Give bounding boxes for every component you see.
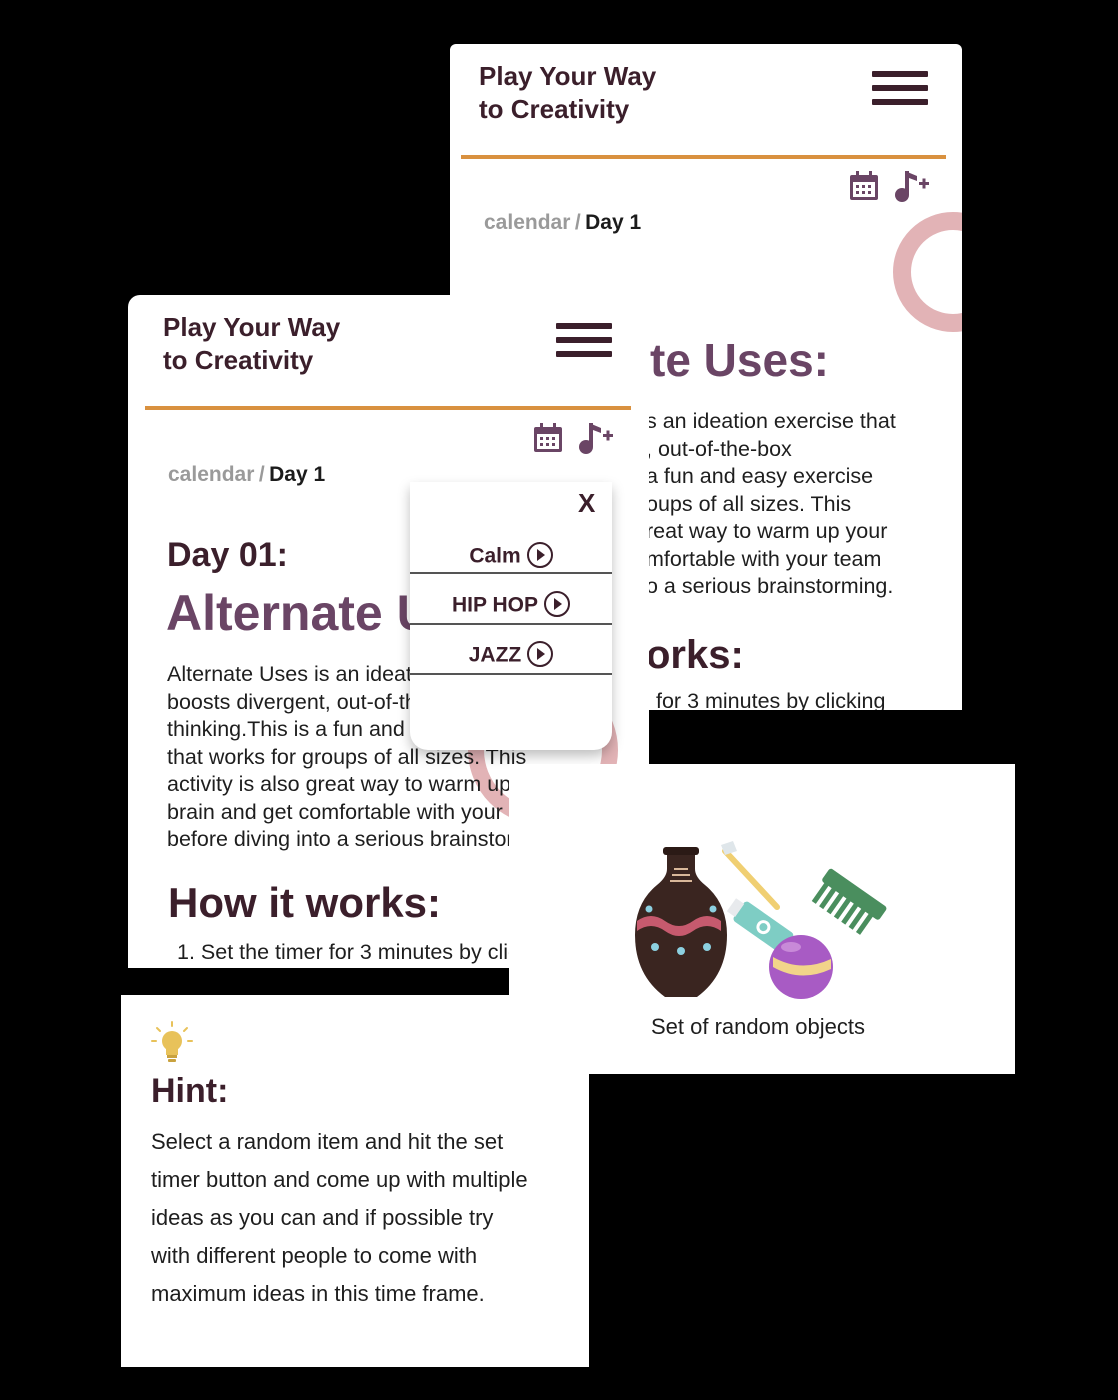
genre-option-jazz[interactable]: JAZZ (410, 641, 612, 675)
play-circle-icon[interactable] (526, 542, 553, 568)
calendar-icon[interactable] (848, 170, 880, 202)
music-genre-popup: X Calm HIP HOP JAZZ (410, 482, 612, 750)
hint-body: Select a random item and hit the set tim… (151, 1129, 528, 1306)
hint-card: Hint: Select a random item and hit the s… (121, 995, 589, 1367)
play-circle-icon[interactable] (543, 591, 570, 617)
hamburger-menu-icon[interactable] (872, 71, 928, 113)
genre-option-hip-hop[interactable]: HIP HOP (410, 591, 612, 625)
header-divider (145, 406, 631, 410)
exercise-title-partial: te Uses: (650, 334, 829, 386)
lightbulb-icon (151, 1021, 193, 1062)
how-heading-partial: orks: (646, 633, 744, 677)
close-popup-button[interactable]: X (578, 488, 595, 519)
description-partial: s an ideation exercise that , out-of-the… (646, 409, 896, 598)
breadcrumb-separator: / (258, 463, 265, 486)
hamburger-menu-icon[interactable] (556, 323, 612, 365)
random-objects-illustration (635, 841, 887, 999)
music-add-icon[interactable] (891, 168, 931, 202)
breadcrumb-separator: / (574, 211, 581, 234)
app-title: Play Your Way to Creativity (163, 312, 341, 375)
genre-option-calm[interactable]: Calm (410, 542, 612, 574)
hint-title: Hint: (151, 1072, 229, 1110)
step-1: 1. Set the timer for 3 minutes by clicki… (177, 940, 559, 964)
day-label: Day 01: (167, 536, 288, 574)
step-partial: for 3 minutes by clicking (656, 689, 886, 710)
breadcrumb-calendar-link[interactable]: calendar (484, 211, 570, 234)
breadcrumb-current: Day 1 (585, 211, 642, 234)
breadcrumb-current: Day 1 (269, 463, 326, 486)
app-title: Play Your Way to Creativity (479, 61, 657, 124)
how-it-works-heading: How it works: (168, 879, 442, 926)
decorative-ring (893, 212, 962, 332)
music-add-icon[interactable] (575, 420, 615, 454)
breadcrumb: calendar / Day 1 (168, 463, 325, 487)
play-circle-icon[interactable] (527, 641, 554, 667)
breadcrumb: calendar / Day 1 (484, 211, 641, 235)
breadcrumb-calendar-link[interactable]: calendar (168, 463, 254, 486)
calendar-icon[interactable] (532, 422, 564, 454)
header-divider (461, 155, 946, 159)
